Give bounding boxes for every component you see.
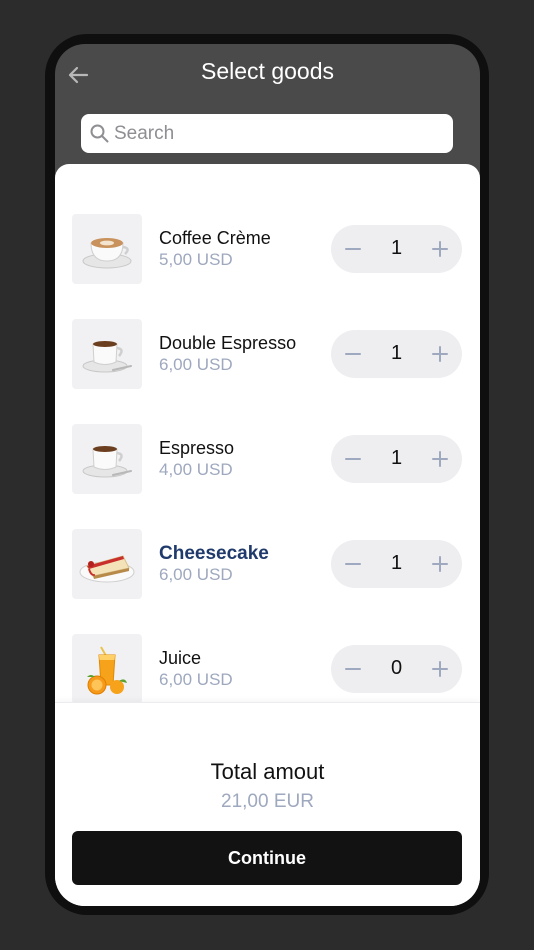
- minus-icon: [345, 248, 361, 250]
- decrease-button[interactable]: [331, 435, 375, 483]
- plus-icon: [432, 346, 448, 362]
- minus-icon: [345, 668, 361, 670]
- product-image: [72, 634, 142, 704]
- product-price: 6,00 USD: [159, 565, 233, 584]
- plus-icon: [432, 241, 448, 257]
- minus-icon: [345, 563, 361, 565]
- quantity-value: 1: [390, 552, 403, 574]
- product-name: Cheesecake: [159, 543, 269, 564]
- list-item[interactable]: Double Espresso 6,00 USD 1: [72, 319, 462, 389]
- search-icon: [90, 124, 109, 143]
- total-label: Total amout: [210, 759, 325, 784]
- increase-button[interactable]: [418, 540, 462, 588]
- decrease-button[interactable]: [331, 645, 375, 693]
- product-price: 6,00 USD: [159, 355, 233, 374]
- quantity-stepper: 1: [331, 435, 462, 483]
- espresso-cup-icon: [82, 446, 132, 478]
- list-item[interactable]: Espresso 4,00 USD 1: [72, 424, 462, 494]
- product-name: Espresso: [159, 438, 235, 458]
- increase-button[interactable]: [418, 225, 462, 273]
- phone-screen: Select goods Coffee Crème 5,00 USD: [55, 44, 480, 906]
- product-name: Double Espresso: [159, 333, 297, 353]
- continue-button[interactable]: Continue: [72, 831, 462, 885]
- product-name: Coffee Crème: [159, 228, 271, 248]
- cheesecake-slice-icon: [79, 555, 135, 583]
- quantity-stepper: 1: [331, 225, 462, 273]
- search-input[interactable]: [114, 114, 444, 153]
- plus-icon: [432, 556, 448, 572]
- list-item[interactable]: Juice 6,00 USD 0: [72, 634, 462, 704]
- list-item[interactable]: Cheesecake 6,00 USD 1: [72, 529, 462, 599]
- page-title: Select goods: [201, 58, 334, 84]
- decrease-button[interactable]: [331, 330, 375, 378]
- quantity-value: 1: [390, 447, 403, 469]
- increase-button[interactable]: [418, 645, 462, 693]
- cappuccino-cup-icon: [82, 238, 132, 269]
- checkout-footer: Total amout 21,00 EUR Continue: [55, 702, 480, 906]
- product-image: [72, 424, 142, 494]
- list-item[interactable]: Coffee Crème 5,00 USD 1: [72, 214, 462, 284]
- decrease-button[interactable]: [331, 225, 375, 273]
- espresso-cup-icon: [82, 341, 132, 373]
- nav-bar: Select goods: [55, 44, 480, 104]
- increase-button[interactable]: [418, 435, 462, 483]
- quantity-value: 1: [390, 342, 403, 364]
- product-price: 5,00 USD: [159, 250, 233, 269]
- product-image: [72, 319, 142, 389]
- search-bar[interactable]: [81, 114, 453, 153]
- increase-button[interactable]: [418, 330, 462, 378]
- quantity-stepper: 1: [331, 540, 462, 588]
- quantity-value: 1: [390, 237, 403, 259]
- product-image: [72, 529, 142, 599]
- orange-juice-icon: [87, 646, 127, 695]
- plus-icon: [432, 451, 448, 467]
- decrease-button[interactable]: [331, 540, 375, 588]
- product-price: 4,00 USD: [159, 460, 233, 479]
- product-image: [72, 214, 142, 284]
- minus-icon: [345, 353, 361, 355]
- quantity-stepper: 1: [331, 330, 462, 378]
- plus-icon: [432, 661, 448, 677]
- total-amount: 21,00 EUR: [221, 791, 314, 812]
- quantity-stepper: 0: [331, 645, 462, 693]
- product-name: Juice: [159, 648, 202, 668]
- quantity-value: 0: [390, 657, 403, 679]
- product-price: 6,00 USD: [159, 670, 233, 689]
- minus-icon: [345, 458, 361, 460]
